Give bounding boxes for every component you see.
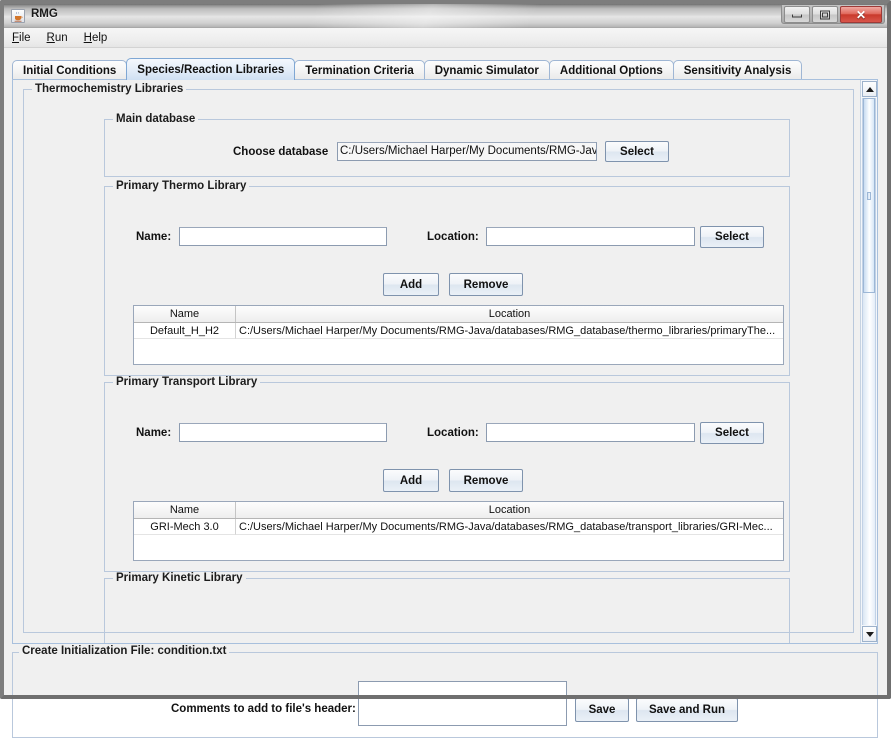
scrollbar-thumb[interactable] (863, 98, 875, 293)
thermo-location-label: Location: (427, 231, 479, 243)
menu-file[interactable]: File (4, 30, 39, 46)
transport-add-button[interactable]: Add (383, 469, 439, 492)
table-header-location[interactable]: Location (236, 306, 783, 322)
thermo-select-button[interactable]: Select (700, 226, 764, 248)
primary-kinetic-library-group: Primary Kinetic Library (104, 572, 790, 643)
scrollbar-track[interactable] (862, 98, 876, 625)
save-button[interactable]: Save (575, 698, 629, 722)
transport-remove-button[interactable]: Remove (449, 469, 523, 492)
tab-label: Sensitivity Analysis (683, 64, 792, 77)
menu-bar: File Run Help (4, 28, 887, 48)
group-title: Primary Kinetic Library (113, 572, 246, 584)
thermo-location-input[interactable] (486, 227, 695, 246)
tab-label: Dynamic Simulator (434, 64, 539, 77)
java-coffee-cup-icon (11, 9, 25, 23)
tab-species-reaction-libraries[interactable]: Species/Reaction Libraries (126, 58, 296, 80)
save-and-run-button[interactable]: Save and Run (636, 698, 738, 722)
tab-additional-options[interactable]: Additional Options (548, 60, 674, 80)
tab-termination-criteria[interactable]: Termination Criteria (294, 60, 425, 80)
create-initialization-file-group: Create Initialization File: condition.tx… (12, 645, 878, 738)
table-row[interactable]: Default_H_H2 C:/Users/Michael Harper/My … (134, 323, 783, 339)
database-path-field[interactable]: C:/Users/Michael Harper/My Documents/RMG… (337, 142, 597, 161)
minimize-icon (792, 14, 802, 18)
vertical-scrollbar[interactable] (860, 80, 877, 643)
tab-initial-conditions[interactable]: Initial Conditions (12, 60, 128, 80)
thermo-name-label: Name: (136, 231, 172, 243)
scroll-up-button[interactable] (862, 81, 877, 97)
menu-run[interactable]: Run (39, 30, 76, 46)
window-controls: ✕ (781, 5, 885, 24)
cell-name: Default_H_H2 (134, 323, 236, 339)
group-title: Main database (113, 113, 199, 125)
transport-library-table[interactable]: Name Location GRI-Mech 3.0 C:/Users/Mich… (133, 501, 784, 561)
group-title: Primary Thermo Library (113, 180, 250, 192)
scroll-down-button[interactable] (862, 626, 877, 642)
triangle-up-icon (865, 86, 874, 92)
thermo-add-button[interactable]: Add (383, 273, 439, 296)
tab-label: Additional Options (559, 64, 663, 77)
table-row[interactable]: GRI-Mech 3.0 C:/Users/Michael Harper/My … (134, 519, 783, 535)
primary-thermo-library-group: Primary Thermo Library Name: Location: S… (104, 180, 790, 376)
cell-location: C:/Users/Michael Harper/My Documents/RMG… (236, 519, 783, 535)
thermo-name-input[interactable] (179, 227, 387, 246)
tab-label: Species/Reaction Libraries (137, 63, 285, 76)
group-title: Thermochemistry Libraries (32, 83, 187, 95)
close-icon: ✕ (855, 7, 867, 22)
table-header-name[interactable]: Name (134, 502, 236, 518)
primary-transport-library-group: Primary Transport Library Name: Location… (104, 376, 790, 572)
table-header-row: Name Location (134, 502, 783, 519)
cell-location: C:/Users/Michael Harper/My Documents/RMG… (236, 323, 783, 339)
table-header-name[interactable]: Name (134, 306, 236, 322)
table-header-location[interactable]: Location (236, 502, 783, 518)
comments-label: Comments to add to file's header: (171, 703, 356, 715)
thermo-remove-button[interactable]: Remove (449, 273, 523, 296)
group-title: Primary Transport Library (113, 376, 261, 388)
tab-label: Initial Conditions (23, 64, 117, 77)
title-bar: RMG ✕ (4, 4, 887, 28)
client-area: Initial Conditions Species/Reaction Libr… (4, 48, 887, 738)
main-database-select-button[interactable]: Select (605, 141, 669, 162)
thermochemistry-libraries-group: Thermochemistry Libraries Main database … (23, 83, 854, 643)
table-header-row: Name Location (134, 306, 783, 323)
scrollbar-grip-icon (867, 191, 871, 200)
close-button[interactable]: ✕ (840, 6, 882, 23)
thermo-library-table[interactable]: Name Location Default_H_H2 C:/Users/Mich… (133, 305, 784, 365)
menu-help[interactable]: Help (76, 30, 116, 46)
tab-label: Termination Criteria (305, 64, 414, 77)
transport-name-input[interactable] (179, 423, 387, 442)
choose-database-label: Choose database (233, 146, 329, 158)
tab-strip: Initial Conditions Species/Reaction Libr… (12, 58, 878, 80)
comments-input[interactable] (358, 681, 567, 726)
transport-location-input[interactable] (486, 423, 695, 442)
transport-location-label: Location: (427, 427, 479, 439)
main-database-group: Main database Choose database C:/Users/M… (104, 113, 790, 177)
transport-name-label: Name: (136, 427, 172, 439)
maximize-button[interactable] (812, 6, 838, 23)
transport-select-button[interactable]: Select (700, 422, 764, 444)
minimize-button[interactable] (784, 6, 810, 23)
group-title: Create Initialization File: condition.tx… (19, 645, 230, 657)
rmg-application-window: RMG ✕ File Run Help Initial Conditions S… (0, 0, 891, 738)
triangle-down-icon (865, 631, 874, 637)
tab-dynamic-simulator[interactable]: Dynamic Simulator (423, 60, 550, 80)
cell-name: GRI-Mech 3.0 (134, 519, 236, 535)
species-reaction-libraries-panel: Thermochemistry Libraries Main database … (12, 79, 878, 644)
maximize-icon (820, 10, 830, 19)
tab-sensitivity-analysis[interactable]: Sensitivity Analysis (672, 60, 803, 80)
window-title: RMG (31, 8, 58, 20)
